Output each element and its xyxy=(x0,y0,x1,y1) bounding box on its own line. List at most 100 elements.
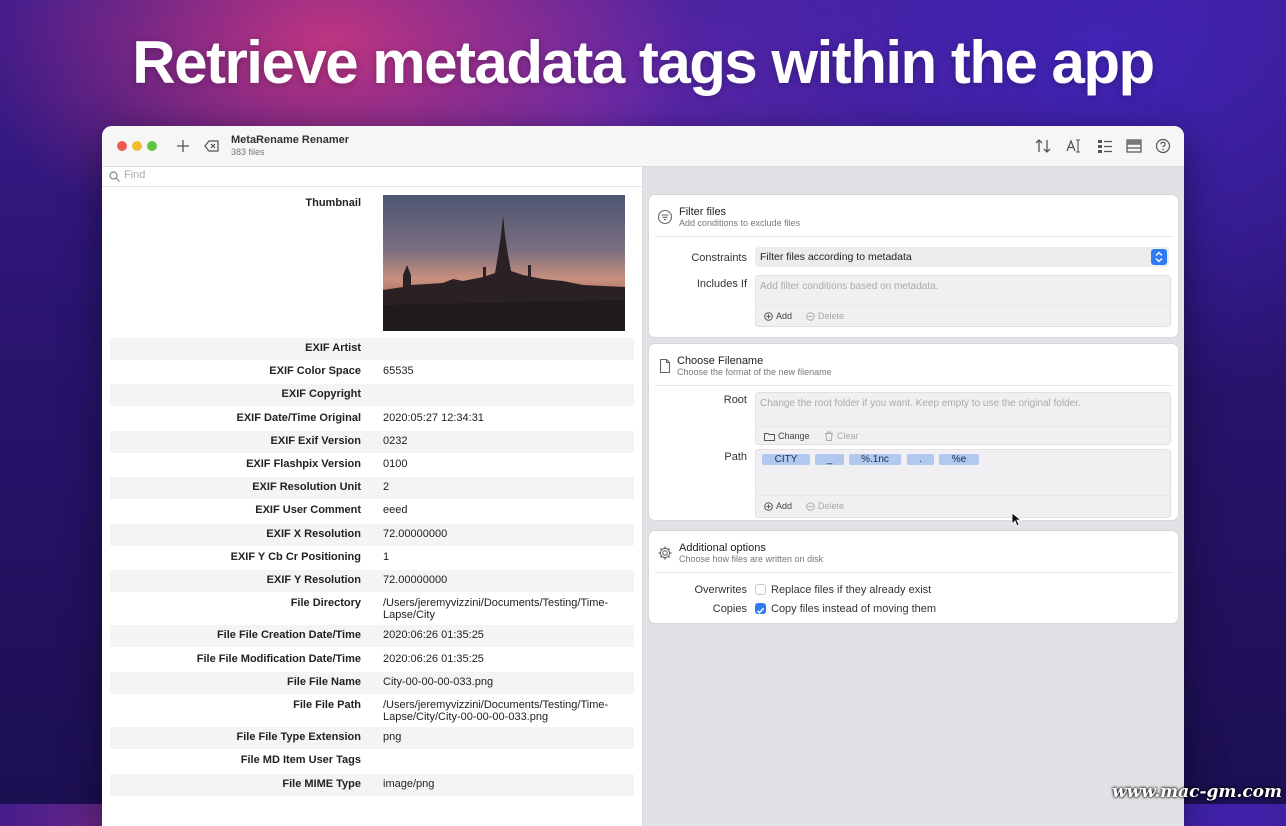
overwrites-label: Overwrites xyxy=(694,584,747,596)
checkmark-icon xyxy=(756,607,765,614)
metadata-value: 0232 xyxy=(383,434,408,447)
metadata-key: File File Name xyxy=(287,675,361,688)
path-token[interactable]: CITY xyxy=(762,454,810,465)
metadata-row: EXIF User Comment eeed xyxy=(110,500,634,522)
metadata-key: File File Type Extension xyxy=(236,731,362,744)
overwrites-checkbox[interactable] xyxy=(755,584,766,595)
settings-panel: Filter files Add conditions to exclude f… xyxy=(643,167,1184,826)
metadata-value: 1 xyxy=(383,550,390,563)
metadata-row: EXIF Y Resolution 72.00000000 xyxy=(110,570,634,592)
constraints-value: Filter files according to metadata xyxy=(760,251,912,263)
document-icon xyxy=(659,358,671,374)
text-format-icon[interactable] xyxy=(1065,137,1083,155)
metadata-value: 2020:05:27 12:34:31 xyxy=(383,411,484,424)
delete-label: Delete xyxy=(818,501,845,511)
metadata-row: EXIF Flashpix Version 0100 xyxy=(110,454,634,476)
metadata-value: 0100 xyxy=(383,458,408,470)
trash-icon xyxy=(825,431,833,441)
constraints-select[interactable]: Filter files according to metadata xyxy=(755,247,1169,267)
metadata-row: File File Modification Date/Time 2020:06:… xyxy=(110,649,634,671)
divider xyxy=(756,305,1170,306)
list-icon[interactable] xyxy=(1096,137,1114,155)
filename-title: Choose Filename xyxy=(677,355,764,367)
path-token[interactable]: %.1nc xyxy=(849,454,901,465)
metadata-row: EXIF Y Cb Cr Positioning 1 xyxy=(110,547,634,569)
metadata-value: 2020:06:26 01:35:25 xyxy=(383,629,484,642)
filter-subtitle: Add conditions to exclude files xyxy=(679,218,801,228)
gear-icon xyxy=(658,546,672,560)
path-token[interactable]: %e xyxy=(939,454,979,465)
plus-circle-icon xyxy=(764,501,773,511)
thumbnail-image xyxy=(383,195,625,331)
path-delete-button[interactable]: Delete xyxy=(806,501,844,511)
clear-button[interactable]: Clear xyxy=(824,431,859,441)
find-bar xyxy=(102,167,642,187)
metadata-row: File File Name City-00-00-00-033.png xyxy=(110,671,634,694)
overwrites-text: Replace files if they already exist xyxy=(771,584,932,596)
metadata-panel: Thumbnail EXIF Artist EXIF Color Space 655… xyxy=(102,167,643,826)
metadata-value: /Users/jeremyvizzini/Documents/Testing/T… xyxy=(383,699,609,723)
title-bar: MetaRename Renamer 383 files xyxy=(102,126,1184,167)
path-field[interactable]: CITY _ %.1nc . %e Add Delete xyxy=(755,449,1171,518)
add-icon[interactable] xyxy=(176,139,190,153)
metadata-key: File Directory xyxy=(290,597,361,610)
filter-add-button[interactable]: Add xyxy=(764,311,792,321)
metadata-row: EXIF Date/Time Original 2020:05:27 12:34:… xyxy=(110,408,634,430)
headline: Retrieve metadata tags within the app xyxy=(132,29,1155,96)
help-icon[interactable] xyxy=(1154,137,1172,155)
filter-delete-button[interactable]: Delete xyxy=(806,311,844,321)
path-token[interactable]: . xyxy=(907,454,934,465)
metadata-value: City-00-00-00-033.png xyxy=(383,675,494,688)
metadata-key: File File Creation Date/Time xyxy=(216,629,361,642)
metadata-row: File Directory/Users/jeremyvizzini/Docum… xyxy=(110,593,634,624)
root-label: Root xyxy=(723,394,747,406)
metadata-key: File MD Item User Tags xyxy=(240,754,361,767)
path-add-button[interactable]: Add xyxy=(764,501,792,511)
mouse-cursor-icon xyxy=(1011,512,1023,527)
divider xyxy=(756,426,1170,427)
chevron-updown-icon xyxy=(1151,249,1167,265)
change-button[interactable]: Change xyxy=(764,431,810,441)
add-label: Add xyxy=(776,501,793,511)
zoom-button[interactable] xyxy=(147,141,157,151)
root-field[interactable]: Change the root folder if you want. Keep… xyxy=(755,392,1171,445)
close-button[interactable] xyxy=(117,141,127,151)
search-icon xyxy=(109,171,120,182)
metadata-key: EXIF Date/Time Original xyxy=(236,411,362,424)
metadata-row: File MIME Type image/png xyxy=(110,773,634,796)
metadata-row: EXIF Artist xyxy=(110,338,634,360)
metadata-key: EXIF Flashpix Version xyxy=(246,458,361,470)
includes-placeholder: Add filter conditions based on metadata. xyxy=(760,281,939,292)
filter-files-card: Filter files Add conditions to exclude f… xyxy=(649,195,1178,337)
delete-icon[interactable] xyxy=(204,139,220,153)
metadata-key: EXIF Copyright xyxy=(281,388,361,401)
path-token[interactable]: _ xyxy=(815,454,844,465)
root-placeholder: Change the root folder if you want. Keep… xyxy=(760,398,1081,409)
add-label: Add xyxy=(776,311,793,321)
metadata-key: File File Modification Date/Time xyxy=(196,652,361,665)
metadata-row: File MD Item User Tags xyxy=(110,750,634,772)
plus-circle-icon xyxy=(764,311,773,321)
sort-icon[interactable] xyxy=(1034,137,1052,155)
options-title: Additional options xyxy=(679,542,766,554)
metadata-row: File File Type Extension png xyxy=(110,727,634,750)
minus-circle-icon xyxy=(806,501,815,511)
includes-field[interactable]: Add filter conditions based on metadata.… xyxy=(755,275,1171,327)
options-subtitle: Choose how files are written on disk xyxy=(679,554,824,564)
window-title: MetaRename Renamer xyxy=(231,134,349,146)
copies-checkbox[interactable] xyxy=(755,603,766,614)
metadata-key: EXIF Resolution Unit xyxy=(252,481,361,494)
minimize-button[interactable] xyxy=(132,141,142,151)
includes-label: Includes If xyxy=(696,278,747,290)
metadata-row: EXIF Resolution Unit 2 xyxy=(110,477,634,500)
table-icon[interactable] xyxy=(1125,137,1143,155)
metadata-value: eeed xyxy=(383,504,408,517)
copies-text: Copy files instead of moving them xyxy=(771,603,937,615)
metadata-key: EXIF Exif Version xyxy=(270,434,361,447)
find-input[interactable] xyxy=(124,169,624,181)
metadata-value: 65535 xyxy=(383,365,414,378)
divider xyxy=(655,236,1172,237)
thumbnail-label: Thumbnail xyxy=(305,197,361,209)
metadata-row: EXIF X Resolution 72.00000000 xyxy=(110,523,634,546)
metadata-row: EXIF Color Space 65535 xyxy=(110,361,634,383)
